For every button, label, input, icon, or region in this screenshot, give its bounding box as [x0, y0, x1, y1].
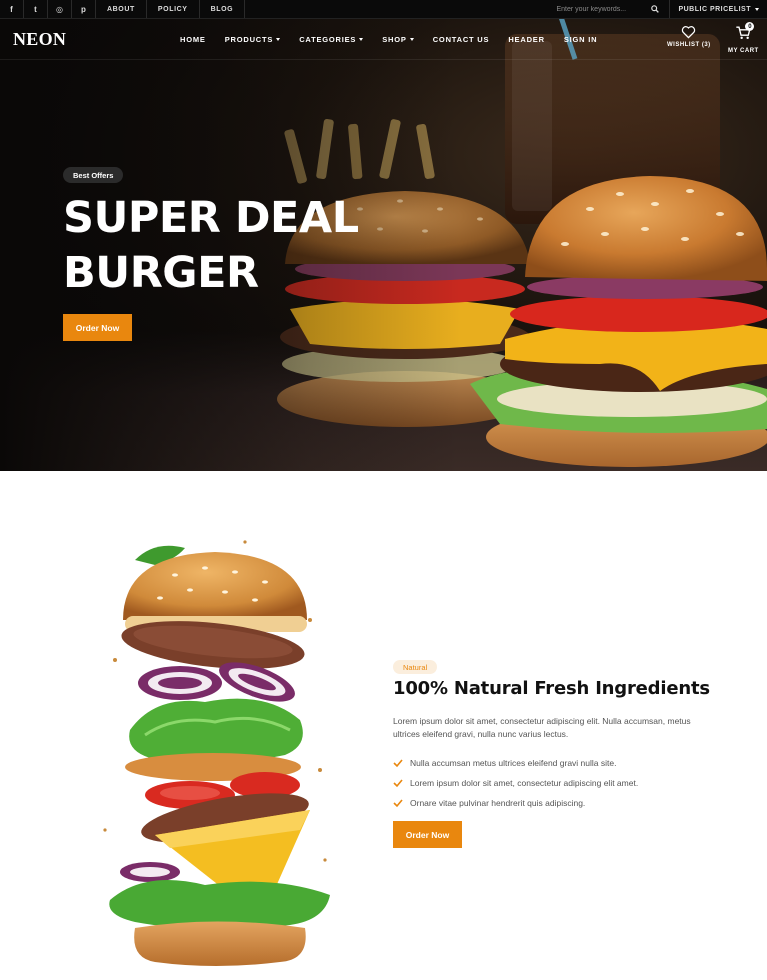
nav-item-categories[interactable]: CATEGORIES	[299, 35, 364, 44]
nav-label: CONTACT US	[432, 35, 490, 44]
natural-badge: Natural	[393, 660, 438, 674]
cart-icon-wrap: 0	[735, 22, 755, 45]
nav-item-header[interactable]: HEADER	[508, 35, 544, 44]
topbar-link-blog[interactable]: BLOG	[200, 0, 246, 18]
list-item-text: Lorem ipsum dolor sit amet, consectetur …	[410, 778, 639, 788]
heart-icon	[682, 26, 696, 39]
top-bar: f t ◎ p ABOUT POLICY BLOG PUBLIC PRICELI…	[0, 0, 767, 19]
nav-item-shop[interactable]: SHOP	[382, 35, 414, 44]
pricelist-label: PUBLIC PRICELIST	[678, 5, 751, 13]
topbar-link-policy[interactable]: POLICY	[147, 0, 200, 18]
search-icon[interactable]	[651, 5, 660, 13]
list-item-text: Ornare vitae pulvinar hendrerit quis adi…	[410, 798, 586, 808]
wishlist-label: WISHLIST (3)	[667, 42, 711, 48]
nav-item-contact-us[interactable]: CONTACT US	[433, 35, 490, 44]
facebook-icon[interactable]: f	[0, 0, 24, 18]
nav-label: CATEGORIES	[299, 35, 357, 44]
feature-description: Lorem ipsum dolor sit amet, consectetur …	[393, 716, 691, 739]
list-item-text: Nulla accumsan metus ultrices eleifend g…	[410, 758, 617, 768]
instagram-icon[interactable]: ◎	[48, 0, 72, 18]
feature-title: 100% Natural Fresh Ingredients	[393, 678, 710, 699]
search-input[interactable]	[556, 5, 647, 13]
twitter-icon[interactable]: t	[24, 0, 48, 18]
pricelist-dropdown[interactable]: PUBLIC PRICELIST	[670, 0, 767, 18]
cart-count-badge: 0	[745, 22, 755, 31]
nav-label: HEADER	[508, 35, 545, 44]
chevron-down-icon	[409, 38, 414, 41]
chevron-down-icon	[276, 38, 281, 41]
nav-label: PRODUCTS	[224, 35, 274, 44]
nav-label: SHOP	[382, 35, 407, 44]
topbar-search	[544, 0, 671, 18]
nav-item-home[interactable]: HOME	[180, 35, 206, 44]
chevron-down-icon	[359, 38, 364, 41]
pinterest-icon[interactable]: p	[72, 0, 96, 18]
cart-link[interactable]: 0 MY CART	[728, 22, 759, 54]
feature-checklist: Nulla accumsan metus ultrices eleifend g…	[393, 753, 638, 813]
cart-label: MY CART	[728, 48, 759, 54]
site-logo[interactable]: NEON	[13, 29, 66, 50]
feature-order-now-button[interactable]: Order Now	[393, 821, 462, 848]
wishlist-link[interactable]: WISHLIST (3)	[667, 25, 711, 48]
hero-order-now-button[interactable]: Order Now	[63, 314, 132, 341]
main-navigation: NEON HOME PRODUCTS CATEGORIES SHOP CONTA…	[0, 19, 767, 60]
list-item: Lorem ipsum dolor sit amet, consectetur …	[393, 773, 638, 793]
list-item: Nulla accumsan metus ultrices eleifend g…	[393, 753, 638, 773]
hero-title-line-1: SUPER DEAL	[63, 193, 359, 243]
nav-label: HOME	[180, 35, 206, 44]
best-offers-badge: Best Offers	[63, 167, 124, 183]
nav-item-products[interactable]: PRODUCTS	[225, 35, 281, 44]
checkmark-icon	[393, 759, 403, 768]
nav-item-sign-in[interactable]: SIGN IN	[564, 35, 598, 44]
chevron-down-icon	[755, 7, 759, 11]
list-item: Ornare vitae pulvinar hendrerit quis adi…	[393, 793, 638, 813]
checkmark-icon	[393, 799, 403, 808]
hero-banner: Best Offers SUPER DEAL BURGER Order Now	[0, 19, 767, 471]
main-menu: HOME PRODUCTS CATEGORIES SHOP CONTACT US…	[180, 35, 616, 44]
nav-label: SIGN IN	[563, 35, 598, 44]
topbar-link-about[interactable]: ABOUT	[96, 0, 147, 18]
hero-title-line-2: BURGER	[63, 248, 259, 298]
hero-title: SUPER DEAL BURGER	[63, 191, 359, 301]
checkmark-icon	[393, 779, 403, 788]
exploded-burger-image	[103, 540, 331, 966]
